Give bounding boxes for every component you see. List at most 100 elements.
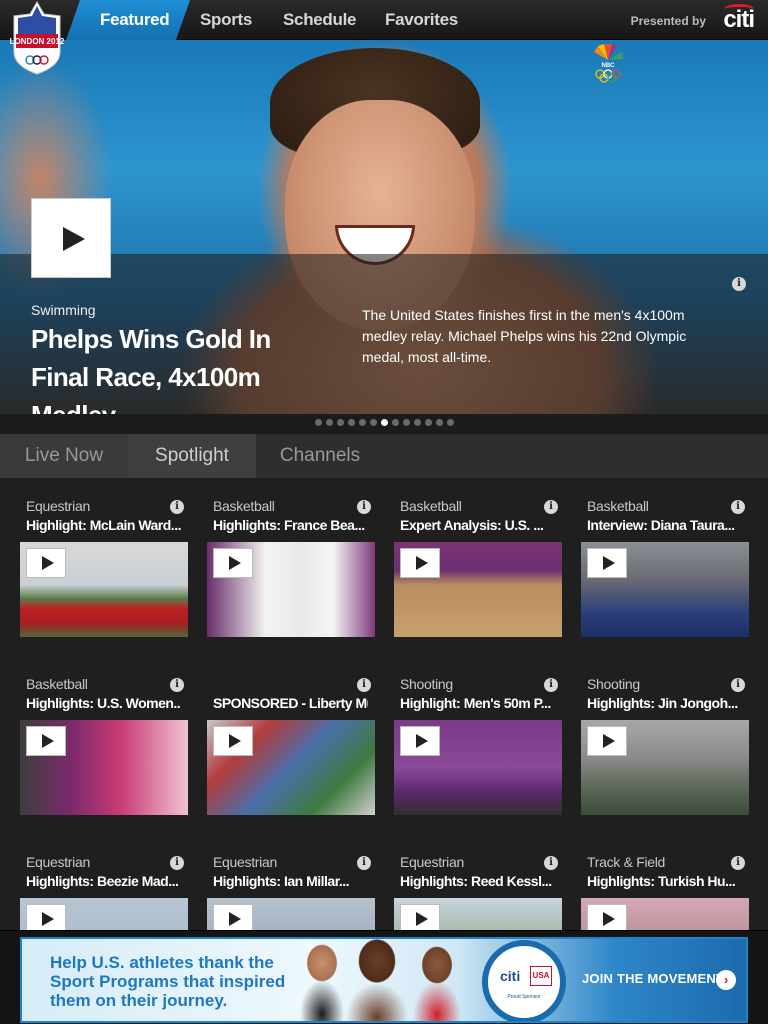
play-icon[interactable] bbox=[213, 904, 253, 930]
info-icon[interactable]: i bbox=[170, 678, 184, 692]
info-icon[interactable]: i bbox=[357, 678, 371, 692]
play-icon[interactable] bbox=[213, 548, 253, 578]
pager-dot[interactable] bbox=[402, 419, 410, 426]
video-thumbnail[interactable] bbox=[20, 898, 188, 930]
seal-badge: USA bbox=[530, 966, 552, 986]
play-icon[interactable] bbox=[400, 548, 440, 578]
video-card[interactable]: Basketball Highlights: France Bea... i bbox=[207, 478, 375, 638]
play-icon[interactable] bbox=[26, 548, 66, 578]
video-title[interactable]: Highlights: Beezie Mad... bbox=[26, 873, 181, 889]
video-thumbnail[interactable] bbox=[207, 542, 375, 637]
video-title[interactable]: Highlights: Reed Kessl... bbox=[400, 873, 555, 889]
video-category: Shooting bbox=[587, 676, 640, 692]
play-icon[interactable] bbox=[400, 904, 440, 930]
video-card[interactable]: SPONSORED - Liberty Mu... i bbox=[207, 656, 375, 816]
play-icon[interactable] bbox=[26, 726, 66, 756]
tab-schedule[interactable]: Schedule bbox=[283, 0, 356, 40]
video-thumbnail[interactable] bbox=[394, 898, 562, 930]
info-icon[interactable]: i bbox=[544, 500, 558, 514]
nbc-olympics-logo: NBC bbox=[594, 44, 623, 83]
video-title[interactable]: SPONSORED - Liberty Mu... bbox=[213, 695, 368, 711]
pager-dot[interactable] bbox=[347, 419, 355, 426]
video-title[interactable]: Highlights: Turkish Hu... bbox=[587, 873, 742, 889]
play-icon[interactable] bbox=[26, 904, 66, 930]
pager-dot[interactable] bbox=[325, 419, 333, 426]
video-title[interactable]: Highlights: Ian Millar... bbox=[213, 873, 368, 889]
pager-dot[interactable] bbox=[413, 419, 421, 426]
hero-title[interactable]: Phelps Wins Gold In Final Race, 4x100m M… bbox=[31, 320, 331, 414]
video-title[interactable]: Highlight: McLain Ward... bbox=[26, 517, 181, 533]
video-category: Equestrian bbox=[26, 854, 90, 870]
hero-category: Swimming bbox=[31, 302, 96, 318]
pager-dot[interactable] bbox=[336, 419, 344, 426]
pager-dot[interactable] bbox=[446, 419, 454, 426]
pager-dot[interactable] bbox=[391, 419, 399, 426]
video-card[interactable]: Shooting Highlights: Jin Jongoh... i bbox=[581, 656, 749, 816]
video-title[interactable]: Highlights: Jin Jongoh... bbox=[587, 695, 742, 711]
info-icon[interactable]: i bbox=[357, 856, 371, 870]
info-icon[interactable]: i bbox=[170, 856, 184, 870]
video-category: Basketball bbox=[400, 498, 462, 514]
video-category: Shooting bbox=[400, 676, 453, 692]
pager-dot[interactable] bbox=[424, 419, 432, 426]
video-thumbnail[interactable] bbox=[207, 898, 375, 930]
info-icon[interactable]: i bbox=[732, 277, 746, 291]
info-icon[interactable]: i bbox=[731, 500, 745, 514]
video-category: Equestrian bbox=[213, 854, 277, 870]
info-icon[interactable]: i bbox=[357, 500, 371, 514]
play-icon[interactable] bbox=[587, 904, 627, 930]
video-card[interactable]: Shooting Highlight: Men's 50m P... i bbox=[394, 656, 562, 816]
chevron-right-icon[interactable]: › bbox=[716, 970, 736, 990]
sponsor-ad-banner[interactable]: Help U.S. athletes thank the Sport Progr… bbox=[20, 937, 748, 1023]
video-card[interactable]: Basketball Expert Analysis: U.S. ... i bbox=[394, 478, 562, 638]
video-card[interactable]: Basketball Highlights: U.S. Women... i bbox=[20, 656, 188, 816]
video-card[interactable]: Equestrian Highlight: McLain Ward... i bbox=[20, 478, 188, 638]
video-card[interactable]: Equestrian Highlights: Ian Millar... i bbox=[207, 834, 375, 930]
video-card[interactable]: Equestrian Highlights: Beezie Mad... i bbox=[20, 834, 188, 930]
video-card[interactable]: Basketball Interview: Diana Taura... i bbox=[581, 478, 749, 638]
pager-dot[interactable] bbox=[380, 419, 388, 426]
video-thumbnail[interactable] bbox=[581, 898, 749, 930]
pager-dot[interactable] bbox=[314, 419, 322, 426]
pager-dot[interactable] bbox=[435, 419, 443, 426]
tab-channels[interactable]: Channels bbox=[256, 434, 384, 478]
pager-dot[interactable] bbox=[358, 419, 366, 426]
video-title[interactable]: Expert Analysis: U.S. ... bbox=[400, 517, 555, 533]
video-thumbnail[interactable] bbox=[20, 720, 188, 815]
video-thumbnail[interactable] bbox=[207, 720, 375, 815]
video-thumbnail[interactable] bbox=[581, 720, 749, 815]
tab-favorites[interactable]: Favorites bbox=[385, 0, 458, 40]
info-icon[interactable]: i bbox=[544, 678, 558, 692]
nbc-text: NBC bbox=[602, 63, 616, 69]
video-thumbnail[interactable] bbox=[394, 542, 562, 637]
london-2012-logo[interactable]: LONDON 2012 bbox=[8, 0, 66, 76]
video-title[interactable]: Highlights: U.S. Women... bbox=[26, 695, 181, 711]
video-card[interactable]: Equestrian Highlights: Reed Kessl... i bbox=[394, 834, 562, 930]
ad-container: Help U.S. athletes thank the Sport Progr… bbox=[0, 930, 768, 1024]
tab-live-now[interactable]: Live Now bbox=[0, 434, 128, 478]
video-thumbnail[interactable] bbox=[394, 720, 562, 815]
hero-banner[interactable]: NBC Swimming Phelps Wins Gold In Final R… bbox=[0, 40, 768, 414]
carousel-pager[interactable] bbox=[0, 414, 768, 434]
tab-sports[interactable]: Sports bbox=[200, 0, 252, 40]
video-title[interactable]: Interview: Diana Taura... bbox=[587, 517, 742, 533]
play-icon[interactable] bbox=[400, 726, 440, 756]
pager-dot[interactable] bbox=[369, 419, 377, 426]
video-title[interactable]: Highlight: Men's 50m P... bbox=[400, 695, 555, 711]
tab-featured[interactable]: Featured bbox=[100, 0, 170, 40]
play-icon[interactable] bbox=[213, 726, 253, 756]
video-thumbnail[interactable] bbox=[20, 542, 188, 637]
info-icon[interactable]: i bbox=[731, 856, 745, 870]
top-nav-bar: Featured Sports Schedule Favorites Prese… bbox=[0, 0, 768, 40]
video-thumbnail[interactable] bbox=[581, 542, 749, 637]
info-icon[interactable]: i bbox=[731, 678, 745, 692]
play-icon[interactable] bbox=[587, 726, 627, 756]
info-icon[interactable]: i bbox=[170, 500, 184, 514]
video-card[interactable]: Track & Field Highlights: Turkish Hu... i bbox=[581, 834, 749, 930]
video-title[interactable]: Highlights: France Bea... bbox=[213, 517, 368, 533]
play-icon[interactable] bbox=[587, 548, 627, 578]
tab-spotlight[interactable]: Spotlight bbox=[128, 434, 256, 478]
info-icon[interactable]: i bbox=[544, 856, 558, 870]
hero-play-button[interactable] bbox=[31, 198, 111, 278]
join-movement-cta[interactable]: JOIN THE MOVEMENT bbox=[582, 971, 724, 986]
